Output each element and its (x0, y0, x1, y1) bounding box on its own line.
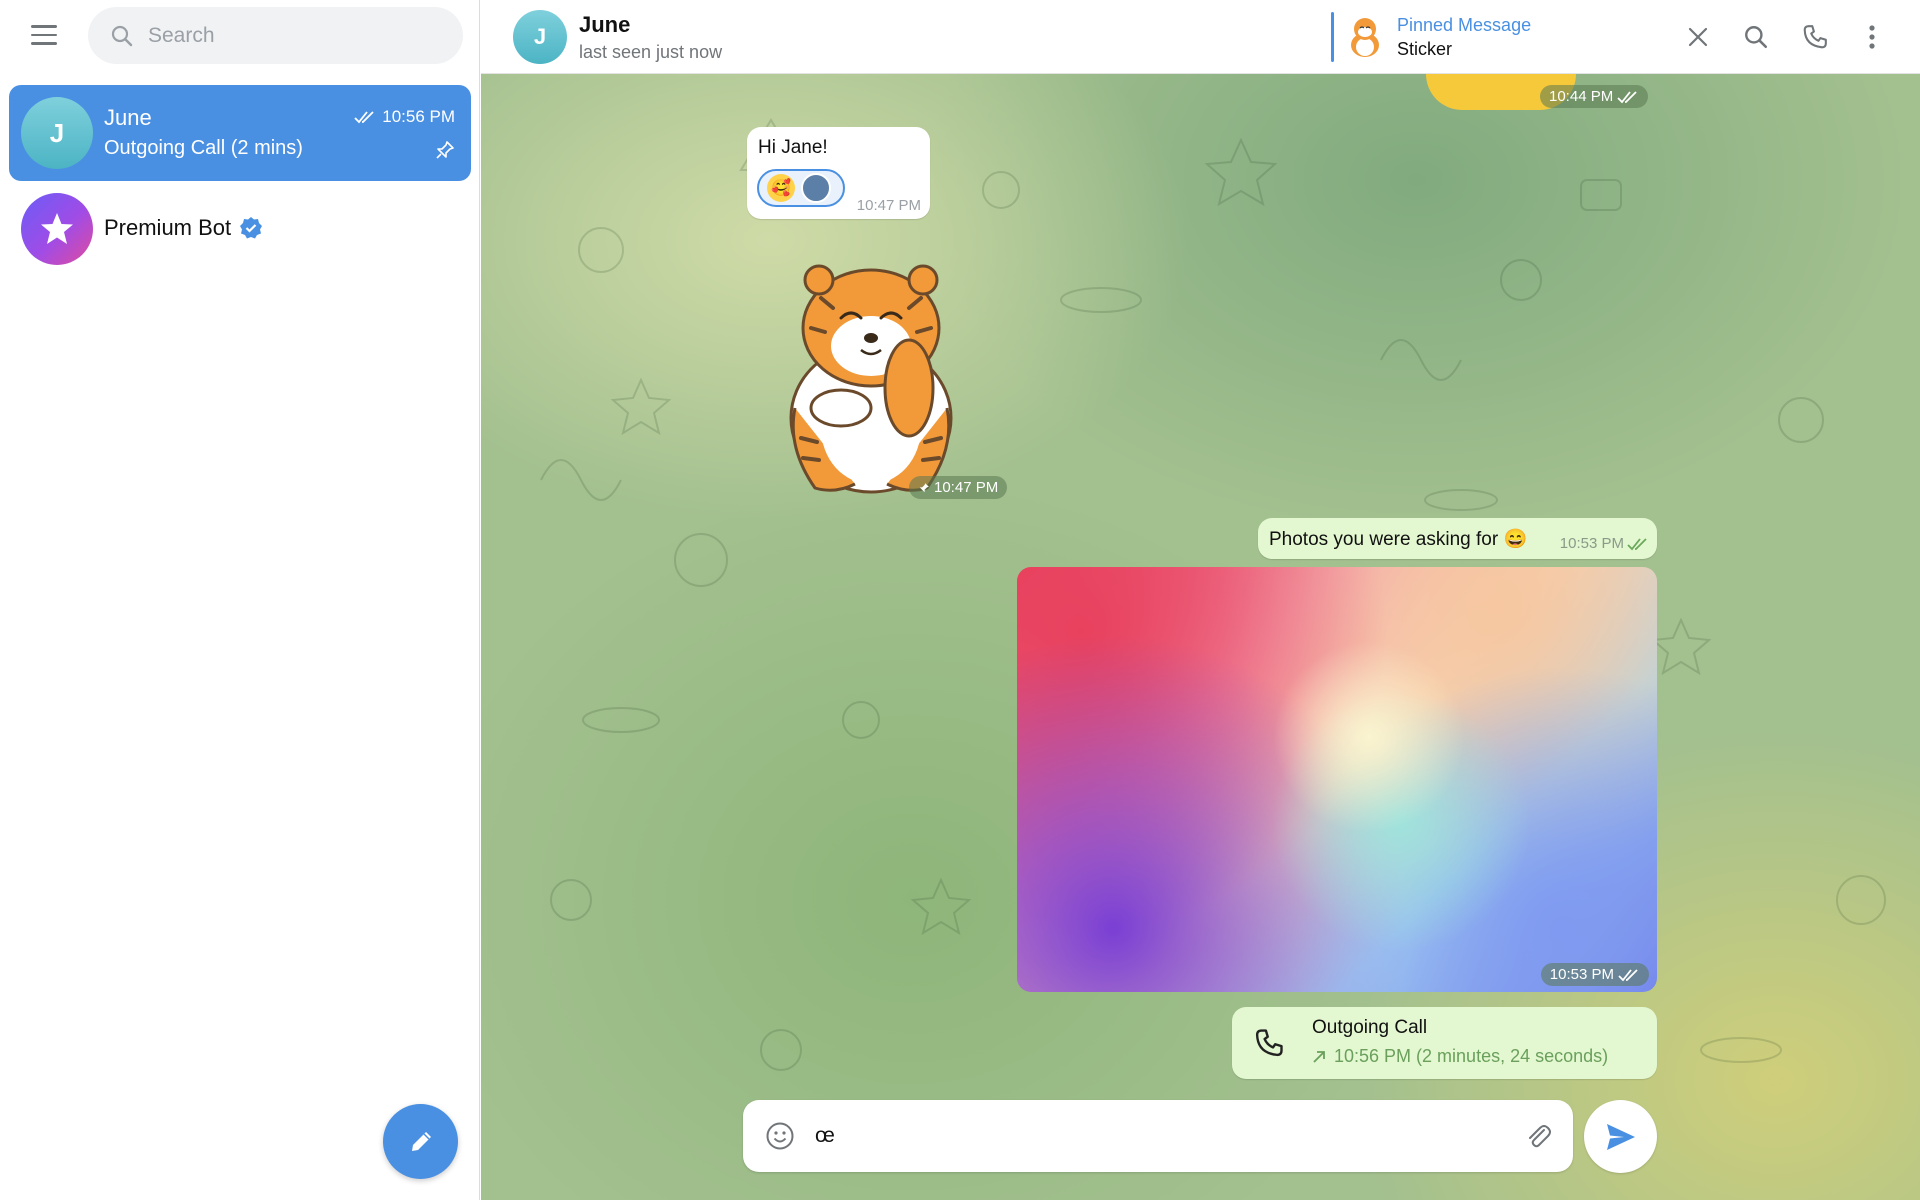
new-message-button[interactable] (383, 1104, 458, 1179)
outgoing-arrow-icon (1313, 1050, 1325, 1063)
chat-panel: J June last seen just now Pinned Message… (481, 0, 1920, 1200)
double-check-icon (354, 111, 374, 124)
star-icon (41, 213, 73, 244)
avatar: J (21, 97, 93, 169)
chat-time: 10:56 PM (354, 107, 455, 127)
search-input[interactable] (148, 7, 448, 64)
message-bubble-outgoing[interactable]: Photos you were asking for 😄 10:53 PM (1258, 518, 1657, 559)
call-message[interactable]: Outgoing Call 10:56 PM (2 minutes, 24 se… (1232, 1007, 1657, 1079)
chat-name: June (104, 105, 152, 130)
call-title: Outgoing Call (1312, 1017, 1428, 1038)
message-text: Photos you were asking for 😄 (1269, 529, 1528, 550)
double-check-icon (1617, 90, 1637, 103)
send-button[interactable] (1584, 1100, 1657, 1173)
message-time: 10:53 PM (1560, 535, 1649, 552)
message-time: 10:47 PM (856, 197, 921, 214)
verified-icon (240, 217, 263, 239)
kebab-menu-icon (1869, 25, 1875, 49)
reactor-avatar (801, 173, 831, 203)
chat-avatar[interactable]: J (513, 10, 567, 64)
photo-message[interactable]: 10:53 PM (1017, 567, 1657, 992)
search-icon (111, 25, 133, 47)
send-icon (1606, 1123, 1635, 1150)
message-time: 10:47 PM (909, 476, 1008, 499)
message-bubble-incoming[interactable]: Hi Jane! 🥰 10:47 PM (747, 127, 930, 219)
sidebar-header (0, 0, 480, 70)
close-icon (1688, 27, 1708, 47)
pin-icon (919, 482, 929, 492)
pencil-icon (411, 1131, 431, 1151)
tiger-sticker[interactable] (781, 258, 961, 498)
chat-title[interactable]: June (579, 12, 630, 38)
pinned-title: Pinned Message (1397, 15, 1532, 35)
chat-item-june[interactable]: J June 10:56 PM Outgoing Call (2 mins) (9, 85, 471, 181)
phone-icon[interactable] (1254, 1028, 1284, 1058)
pin-icon (435, 140, 455, 165)
message-input[interactable] (815, 1100, 1495, 1172)
chat-preview: Outgoing Call (2 mins) (104, 137, 303, 159)
phone-icon (1803, 25, 1827, 49)
sidebar: J June 10:56 PM Outgoing Call (2 mins) P… (0, 0, 480, 1200)
more-options-button[interactable] (1851, 16, 1893, 58)
chat-item-premium-bot[interactable]: Premium Bot (9, 181, 471, 277)
emoji-icon[interactable] (765, 1121, 795, 1151)
message-time: 10:44 PM (1540, 85, 1649, 108)
message-time: 10:53 PM (1540, 963, 1649, 986)
chat-status: last seen just now (579, 42, 723, 62)
hamburger-icon (31, 25, 57, 28)
pinned-message[interactable]: Pinned Message Sticker (1331, 12, 1591, 62)
chat-name: Premium Bot (104, 215, 263, 241)
chat-header: J June last seen just now Pinned Message… (481, 0, 1920, 74)
message-text: Hi Jane! (758, 137, 828, 158)
pinned-bar (1331, 12, 1334, 62)
search-icon (1745, 26, 1768, 49)
tiger-sticker-thumbnail (1351, 18, 1379, 57)
search-box[interactable] (88, 7, 463, 64)
menu-button[interactable] (22, 17, 66, 53)
avatar (21, 193, 93, 265)
search-chat-button[interactable] (1735, 16, 1777, 58)
pinned-text: Sticker (1397, 39, 1453, 59)
smiling-hearts-emoji-icon: 🥰 (767, 174, 795, 202)
call-detail: 10:56 PM (2 minutes, 24 seconds) (1312, 1046, 1608, 1067)
message-composer (743, 1100, 1573, 1172)
double-check-icon (1627, 537, 1647, 550)
paperclip-icon[interactable] (1523, 1121, 1553, 1151)
unpin-button[interactable] (1677, 16, 1719, 58)
double-check-icon (1618, 968, 1638, 981)
reaction-chip[interactable]: 🥰 (757, 169, 845, 207)
call-button[interactable] (1794, 16, 1836, 58)
